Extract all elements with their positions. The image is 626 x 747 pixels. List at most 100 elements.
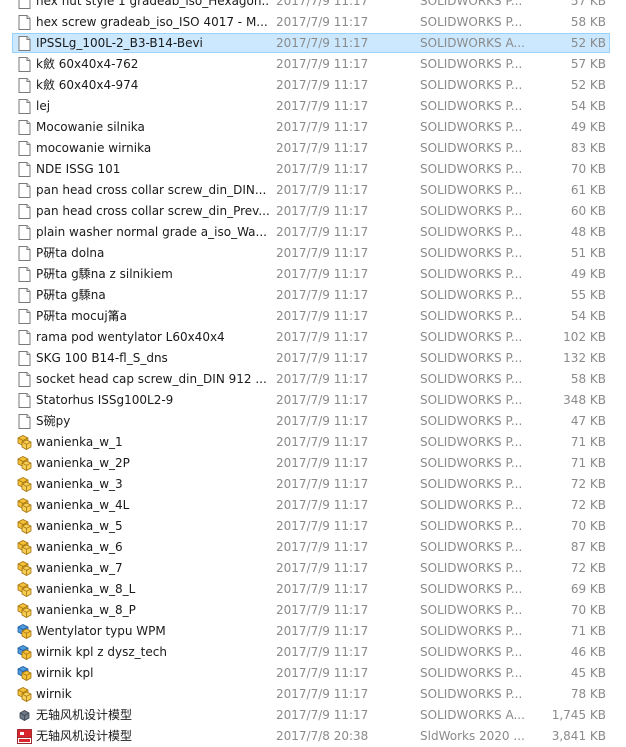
- file-date-modified: 2017/7/9 11:17: [276, 78, 369, 92]
- file-name: wanienka_w_8_P: [36, 603, 136, 617]
- solidworks-part-document-icon: [16, 119, 33, 136]
- file-row[interactable]: P硏ta g騬na z silnikiem 2017/7/9 11:17 SOLID…: [0, 264, 626, 285]
- solidworks-part-cube-icon: [16, 581, 33, 598]
- solidworks-part-cube-icon: [16, 455, 33, 472]
- file-size: 71 KB: [570, 435, 606, 449]
- file-row[interactable]: Statorhus ISSg100L2-9 2017/7/9 11:17 SOLID…: [0, 390, 626, 411]
- file-date-modified: 2017/7/9 11:17: [276, 687, 369, 701]
- file-row[interactable]: wanienka_w_6 2017/7/9 11:17 SOLIDWORKS P..…: [0, 537, 626, 558]
- file-type: SOLIDWORKS P...: [420, 120, 523, 134]
- file-date-modified: 2017/7/9 11:17: [276, 414, 369, 428]
- file-row[interactable]: k斂 60x40x4-974 2017/7/9 11:17 SOLIDWORKS P…: [0, 75, 626, 96]
- solidworks-part-document-icon: [16, 35, 33, 52]
- file-type: SOLIDWORKS A...: [420, 708, 525, 722]
- file-row[interactable]: wanienka_w_8_P 2017/7/9 11:17 SOLIDWORKS P…: [0, 600, 626, 621]
- file-date-modified: 2017/7/9 11:17: [276, 141, 369, 155]
- file-row[interactable]: pan head cross collar screw_din_DIN... 20…: [0, 180, 626, 201]
- file-name: wanienka_w_1: [36, 435, 123, 449]
- file-row[interactable]: Mocowanie silnika 2017/7/9 11:17 SOLIDWORK…: [0, 117, 626, 138]
- solidworks-part-document-icon: [16, 392, 33, 409]
- file-name: plain washer normal grade a_iso_Wa...: [36, 225, 267, 239]
- file-name: Statorhus ISSg100L2-9: [36, 393, 174, 407]
- file-row[interactable]: pan head cross collar screw_din_Prev... 2…: [0, 201, 626, 222]
- file-type: SOLIDWORKS P...: [420, 246, 523, 260]
- file-row[interactable]: wirnik kpl 2017/7/9 11:17 SOLIDWORKS P... 4…: [0, 663, 626, 684]
- file-row[interactable]: P硏ta dolna 2017/7/9 11:17 SOLIDWORKS P... 5…: [0, 243, 626, 264]
- file-type: SOLIDWORKS P...: [420, 267, 523, 281]
- file-date-modified: 2017/7/9 11:17: [276, 435, 369, 449]
- file-row[interactable]: socket head cap screw_din_DIN 912 ... 201…: [0, 369, 626, 390]
- file-row[interactable]: lej 2017/7/9 11:17 SOLIDWORKS P... 54 KB: [0, 96, 626, 117]
- file-date-modified: 2017/7/9 11:17: [276, 246, 369, 260]
- file-row[interactable]: hex nut style 1 gradeab_iso_Hexagon... 20…: [0, 0, 626, 12]
- file-row[interactable]: wanienka_w_4L 2017/7/9 11:17 SOLIDWORKS P.…: [0, 495, 626, 516]
- file-row[interactable]: wirnik kpl z dysz_tech 2017/7/9 11:17 SOLI…: [0, 642, 626, 663]
- file-row[interactable]: k斂 60x40x4-762 2017/7/9 11:17 SOLIDWORKS P…: [0, 54, 626, 75]
- file-name: wanienka_w_7: [36, 561, 123, 575]
- file-date-modified: 2017/7/9 11:17: [276, 162, 369, 176]
- file-type: SOLIDWORKS P...: [420, 309, 523, 323]
- file-name: hex screw gradeab_iso_ISO 4017 - M...: [36, 15, 268, 29]
- file-row[interactable]: wanienka_w_3 2017/7/9 11:17 SOLIDWORKS P..…: [0, 474, 626, 495]
- file-row[interactable]: 无轴风机设计模型 2017/7/9 11:17 SOLIDWORKS A... 1,7…: [0, 705, 626, 726]
- file-type: SOLIDWORKS P...: [420, 0, 523, 8]
- file-size: 47 KB: [570, 414, 606, 428]
- file-type: SOLIDWORKS P...: [420, 435, 523, 449]
- file-size: 52 KB: [570, 36, 606, 50]
- file-type: SOLIDWORKS P...: [420, 225, 523, 239]
- file-row[interactable]: NDE ISSG 101 2017/7/9 11:17 SOLIDWORKS P..…: [0, 159, 626, 180]
- file-size: 48 KB: [570, 225, 606, 239]
- file-date-modified: 2017/7/9 11:17: [276, 36, 369, 50]
- file-name: wanienka_w_4L: [36, 498, 130, 512]
- solidworks-assembly-icon: [16, 644, 33, 661]
- file-date-modified: 2017/7/9 11:17: [276, 624, 369, 638]
- file-date-modified: 2017/7/9 11:17: [276, 183, 369, 197]
- file-row[interactable]: hex screw gradeab_iso_ISO 4017 - M... 201…: [0, 12, 626, 33]
- solidworks-part-document-icon: [16, 287, 33, 304]
- file-row[interactable]: Wentylator typu WPM 2017/7/9 11:17 SOLIDWO…: [0, 621, 626, 642]
- file-size: 52 KB: [570, 78, 606, 92]
- file-row[interactable]: S碗py 2017/7/9 11:17 SOLIDWORKS P... 47 KB: [0, 411, 626, 432]
- file-row[interactable]: 无轴风机设计模型 2017/7/8 20:38 SldWorks 2020 ... 3…: [0, 726, 626, 747]
- file-type: SOLIDWORKS A...: [420, 36, 525, 50]
- file-date-modified: 2017/7/9 11:17: [276, 372, 369, 386]
- file-date-modified: 2017/7/9 11:17: [276, 120, 369, 134]
- file-row[interactable]: wanienka_w_2P 2017/7/9 11:17 SOLIDWORKS P.…: [0, 453, 626, 474]
- file-row[interactable]: wanienka_w_8_L 2017/7/9 11:17 SOLIDWORKS P…: [0, 579, 626, 600]
- file-row[interactable]: wanienka_w_1 2017/7/9 11:17 SOLIDWORKS P..…: [0, 432, 626, 453]
- file-date-modified: 2017/7/9 11:17: [276, 708, 369, 722]
- file-row[interactable]: plain washer normal grade a_iso_Wa... 201…: [0, 222, 626, 243]
- file-name: SKG 100 B14-fl_S_dns: [36, 351, 168, 365]
- solidworks-assembly-icon: [16, 665, 33, 682]
- file-row[interactable]: rama pod wentylator L60x40x4 2017/7/9 11:…: [0, 327, 626, 348]
- file-date-modified: 2017/7/9 11:17: [276, 204, 369, 218]
- file-row[interactable]: wanienka_w_7 2017/7/9 11:17 SOLIDWORKS P..…: [0, 558, 626, 579]
- file-name: lej: [36, 99, 51, 113]
- file-type: SOLIDWORKS P...: [420, 99, 523, 113]
- file-row[interactable]: wirnik 2017/7/9 11:17 SOLIDWORKS P... 78 KB: [0, 684, 626, 705]
- solidworks-part-cube-icon: [16, 518, 33, 535]
- file-type: SOLIDWORKS P...: [420, 141, 523, 155]
- file-size: 78 KB: [570, 687, 606, 701]
- file-row[interactable]: wanienka_w_5 2017/7/9 11:17 SOLIDWORKS P..…: [0, 516, 626, 537]
- file-name: S碗py: [36, 414, 71, 428]
- solidworks-part-cube-icon: [16, 476, 33, 493]
- file-row[interactable]: mocowanie wirnika 2017/7/9 11:17 SOLIDWORK…: [0, 138, 626, 159]
- file-size: 72 KB: [570, 477, 606, 491]
- file-date-modified: 2017/7/9 11:17: [276, 666, 369, 680]
- file-row[interactable]: P硏ta g騬na 2017/7/9 11:17 SOLIDWORKS P... 55…: [0, 285, 626, 306]
- file-type: SOLIDWORKS P...: [420, 372, 523, 386]
- file-size: 45 KB: [570, 666, 606, 680]
- file-row[interactable]: P硏ta mocuj筩a 2017/7/9 11:17 SOLIDWORKS P..…: [0, 306, 626, 327]
- solidworks-assembly-small-icon: [16, 707, 33, 724]
- file-row[interactable]: SKG 100 B14-fl_S_dns 2017/7/9 11:17 SOLIDW…: [0, 348, 626, 369]
- file-name: IPSSLg_100L-2_B3-B14-Bevi: [36, 36, 203, 50]
- file-type: SOLIDWORKS P...: [420, 603, 523, 617]
- solidworks-part-document-icon: [16, 77, 33, 94]
- file-name: k斂 60x40x4-974: [36, 78, 139, 92]
- file-row[interactable]: IPSSLg_100L-2_B3-B14-Bevi 2017/7/9 11:17 S…: [0, 33, 626, 54]
- file-name: 无轴风机设计模型: [36, 708, 133, 722]
- file-name: k斂 60x40x4-762: [36, 57, 139, 71]
- solidworks-part-document-icon: [16, 14, 33, 31]
- file-type: SOLIDWORKS P...: [420, 414, 523, 428]
